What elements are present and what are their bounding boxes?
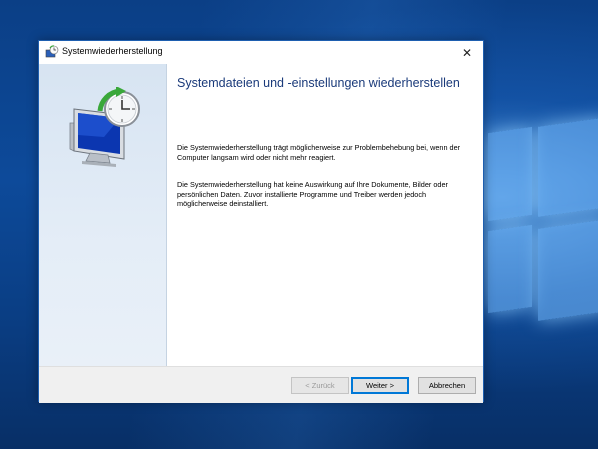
dialog-sidebar (39, 64, 167, 366)
system-restore-icon (45, 45, 59, 58)
close-button[interactable]: ✕ (451, 41, 483, 64)
close-icon: ✕ (461, 45, 473, 60)
description-paragraph-1: Die Systemwiederherstellung trägt möglic… (177, 143, 461, 162)
cancel-button[interactable]: Abbrechen (418, 377, 476, 394)
system-restore-dialog: Systemwiederherstellung ✕ Systemdateien … (38, 40, 484, 403)
page-heading: Systemdateien und -einstellungen wiederh… (177, 76, 460, 90)
title-bar: Systemwiederherstellung ✕ (39, 41, 483, 64)
description-paragraph-2: Die Systemwiederherstellung hat keine Au… (177, 180, 448, 209)
windows-logo (480, 117, 598, 330)
back-button[interactable]: < Zurück (291, 377, 349, 394)
next-button[interactable]: Weiter > (351, 377, 409, 394)
button-bar: < Zurück Weiter > Abbrechen (39, 366, 483, 403)
window-title: Systemwiederherstellung (62, 46, 163, 56)
system-restore-clock-monitor-icon (69, 87, 140, 167)
dialog-content: Systemdateien und -einstellungen wiederh… (177, 64, 477, 366)
